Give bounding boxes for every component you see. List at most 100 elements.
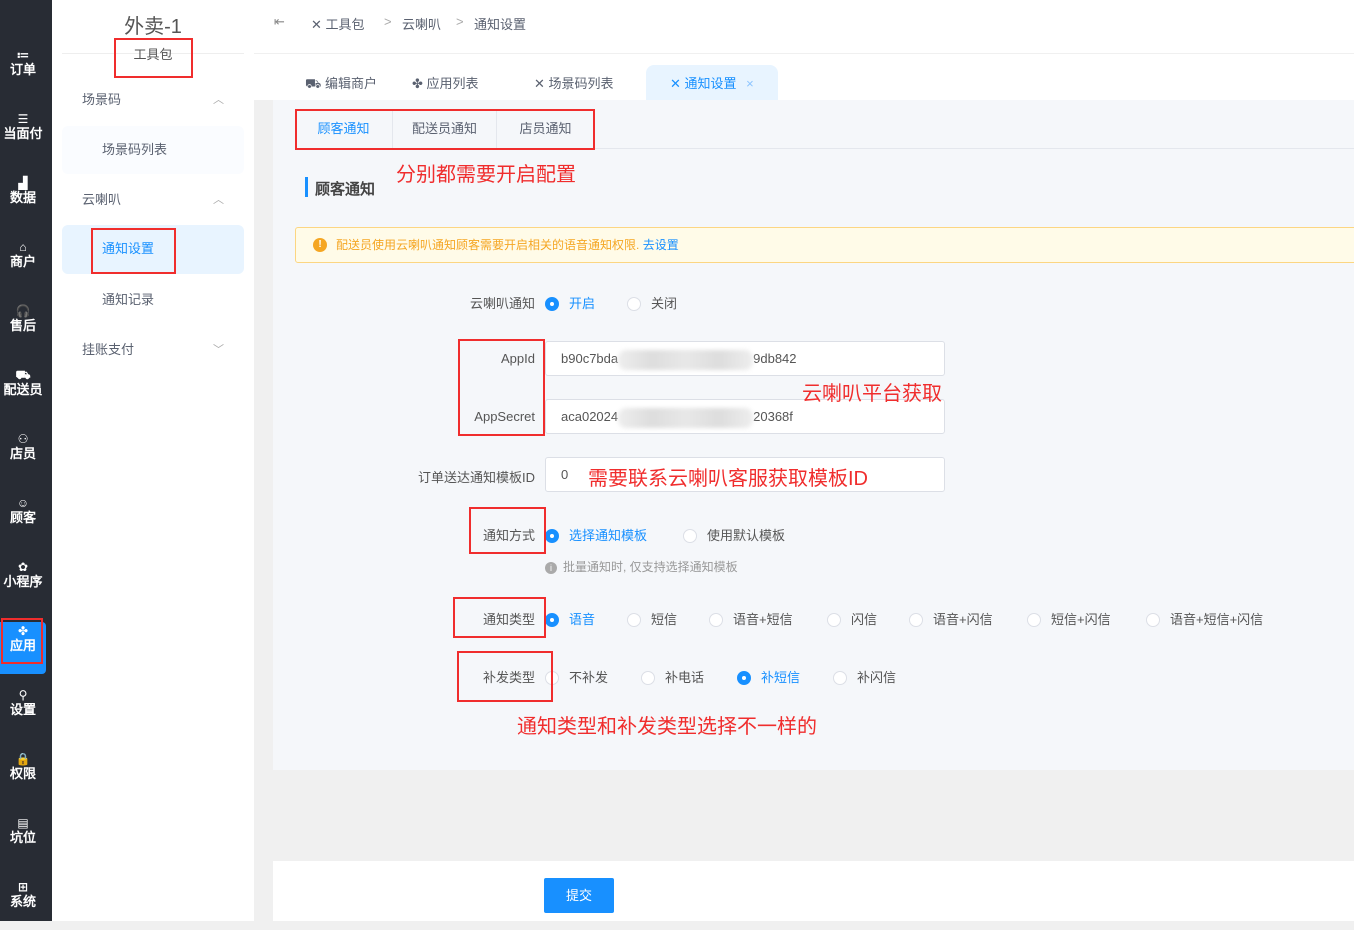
nav-label: 售后 <box>9 318 36 333</box>
menu-group-credit-pay[interactable]: 挂账支付 ﹀ <box>62 326 244 374</box>
nav-icon: ≔ <box>16 48 30 62</box>
nav-item[interactable]: ⊞ 系统 <box>0 878 46 930</box>
form-footer: 提交 <box>273 861 1354 921</box>
close-tab-icon[interactable]: × <box>746 76 754 91</box>
settings-card: 顾客通知 配送员通知 店员通知 顾客通知 ! 配送员使用云喇叭通知顾客需要开启相… <box>273 100 1354 770</box>
nav-label: 坑位 <box>9 830 36 845</box>
nav-item[interactable]: ▟ 数据 <box>0 174 46 226</box>
redacted-blur <box>618 407 754 428</box>
radio-enable-on[interactable]: 开启 <box>545 293 595 312</box>
nav-icon: ☰ <box>17 112 29 126</box>
nav-label: 店员 <box>9 446 36 461</box>
radio-type-option[interactable]: 语音+闪信 <box>909 609 993 628</box>
radio-type-option[interactable]: 语音+短信 <box>709 609 793 628</box>
nav-label: 小程序 <box>3 574 43 589</box>
collapse-menu-icon[interactable]: ⇤ <box>274 14 285 30</box>
nav-item[interactable]: ⚇ 店员 <box>0 430 46 482</box>
nav-item[interactable]: ≔ 订单 <box>0 46 46 98</box>
nav-item[interactable]: 🎧 售后 <box>0 302 46 354</box>
radio-method-default[interactable]: 使用默认模板 <box>683 525 785 544</box>
nav-label: 设置 <box>9 702 36 717</box>
breadcrumb-item[interactable]: ✕ 工具包 <box>311 14 365 33</box>
chevron-up-icon: ︿ <box>213 94 224 106</box>
nav-item[interactable]: ⛟ 配送员 <box>0 366 46 418</box>
method-hint: i 批量通知时, 仅支持选择通知模板 <box>545 558 738 575</box>
nav-item[interactable]: ☺ 顾客 <box>0 494 46 546</box>
tab-app-list[interactable]: ✤ 应用列表 <box>412 65 479 100</box>
alert-text: 配送员使用云喇叭通知顾客需要开启相关的语音通知权限. <box>336 238 640 252</box>
nav-item[interactable]: ☰ 当面付 <box>0 110 46 162</box>
nav-icon: ☺ <box>16 496 30 510</box>
annotation-box <box>453 597 546 638</box>
label-enable: 云喇叭通知 <box>469 296 535 311</box>
nav-item[interactable]: ⚲ 设置 <box>0 686 46 738</box>
label: 应用列表 <box>426 76 479 91</box>
menu-item-notify-records[interactable]: 通知记录 <box>62 276 244 324</box>
label: 云喇叭 <box>82 192 122 207</box>
nav-label: 订单 <box>9 62 36 77</box>
chevron-down-icon: ﹀ <box>213 344 224 356</box>
radio-type-option[interactable]: 闪信 <box>827 609 877 628</box>
tab-notify-settings[interactable]: ✕ 通知设置 × <box>646 65 778 100</box>
radio-type-option[interactable]: 短信+闪信 <box>1027 609 1111 628</box>
tab-edit-merchant[interactable]: ⛟ 编辑商户 <box>305 65 377 100</box>
nav-icon: ▤ <box>17 816 29 830</box>
tools-icon: ✕ <box>670 76 681 91</box>
nav-icon: ▟ <box>18 176 28 190</box>
nav-icon: 🔒 <box>15 752 31 766</box>
truck-icon: ⛟ <box>305 76 322 91</box>
nav-label: 当面付 <box>3 126 43 141</box>
annotation-box <box>1 618 43 664</box>
label: 挂账支付 <box>82 342 135 357</box>
secondary-menu: 外卖-1 工具包 场景码 ︿ 场景码列表 云喇叭 ︿ 通知设置 通知记录 挂账支付 ﹀ <box>52 0 254 921</box>
tab-scene-code-list[interactable]: ✕ 场景码列表 <box>534 65 614 100</box>
info-icon: i <box>545 562 557 574</box>
breadcrumb-item[interactable]: 云喇叭 <box>402 14 441 33</box>
radio-enable-off[interactable]: 关闭 <box>627 293 677 312</box>
main-sidebar: ≔ 订单 ☰ 当面付 ▟ 数据 ⌂ 商户 🎧 售后 ⛟ 配送员 ⚇ 店员 ☺ 顾客 ✿ 小程序 ✤ 应用 ⚲ 设置 🔒 权限 ▤… <box>0 0 52 921</box>
nav-icon: ⛟ <box>15 368 31 382</box>
annotation-box <box>295 109 595 150</box>
nav-label: 配送员 <box>3 382 43 397</box>
menu-item-scene-code-list[interactable]: 场景码列表 <box>62 126 244 174</box>
annotation-text: 需要联系云喇叭客服获取模板ID <box>588 468 868 490</box>
permission-alert: ! 配送员使用云喇叭通知顾客需要开启相关的语音通知权限. 去设置 <box>295 227 1354 263</box>
nav-label: 数据 <box>9 190 36 205</box>
label: 场景码 <box>82 92 122 107</box>
annotation-box <box>469 507 546 554</box>
menu-group-scene-code[interactable]: 场景码 ︿ <box>62 76 244 124</box>
nav-icon: ⚇ <box>17 432 29 446</box>
label: 工具包 <box>325 17 365 32</box>
submit-button[interactable]: 提交 <box>544 878 614 913</box>
nav-label: 商户 <box>9 254 36 269</box>
nav-label: 顾客 <box>9 510 36 525</box>
nav-icon: 🎧 <box>15 304 31 318</box>
radio-resend-option[interactable]: 不补发 <box>545 667 608 686</box>
top-header: ⇤ ✕ 工具包 > 云喇叭 > 通知设置 ⛟ 编辑商户 ✤ 应用列表 ✕ 场景码… <box>254 0 1354 100</box>
appid-input[interactable]: b90c7bda 9db842 <box>545 341 945 376</box>
radio-type-option[interactable]: 短信 <box>627 609 677 628</box>
nav-item[interactable]: ✿ 小程序 <box>0 558 46 610</box>
nav-item[interactable]: 🔒 权限 <box>0 750 46 802</box>
nav-item[interactable]: ▤ 坑位 <box>0 814 46 866</box>
label: 编辑商户 <box>324 76 377 91</box>
radio-resend-option[interactable]: 补短信 <box>737 667 800 686</box>
radio-method-template[interactable]: 选择通知模板 <box>545 525 647 544</box>
warning-icon: ! <box>313 238 327 252</box>
annotation-box <box>458 339 545 436</box>
label: 通知设置 <box>684 76 737 91</box>
breadcrumb-separator: > <box>384 14 392 29</box>
annotation-box <box>91 228 176 274</box>
nav-icon: ⚲ <box>18 688 28 702</box>
radio-resend-option[interactable]: 补电话 <box>641 667 704 686</box>
menu-group-cloud-speaker[interactable]: 云喇叭 ︿ <box>62 176 244 224</box>
radio-type-option[interactable]: 语音+短信+闪信 <box>1146 609 1263 628</box>
nav-item[interactable]: ⌂ 商户 <box>0 238 46 290</box>
chevron-up-icon: ︿ <box>213 194 224 206</box>
annotation-text: 通知类型和补发类型选择不一样的 <box>517 716 817 738</box>
radio-type-option[interactable]: 语音 <box>545 609 595 628</box>
nav-label: 权限 <box>9 766 36 781</box>
go-settings-link[interactable]: 去设置 <box>643 238 679 252</box>
radio-resend-option[interactable]: 补闪信 <box>833 667 896 686</box>
nav-icon: ✿ <box>17 560 29 574</box>
